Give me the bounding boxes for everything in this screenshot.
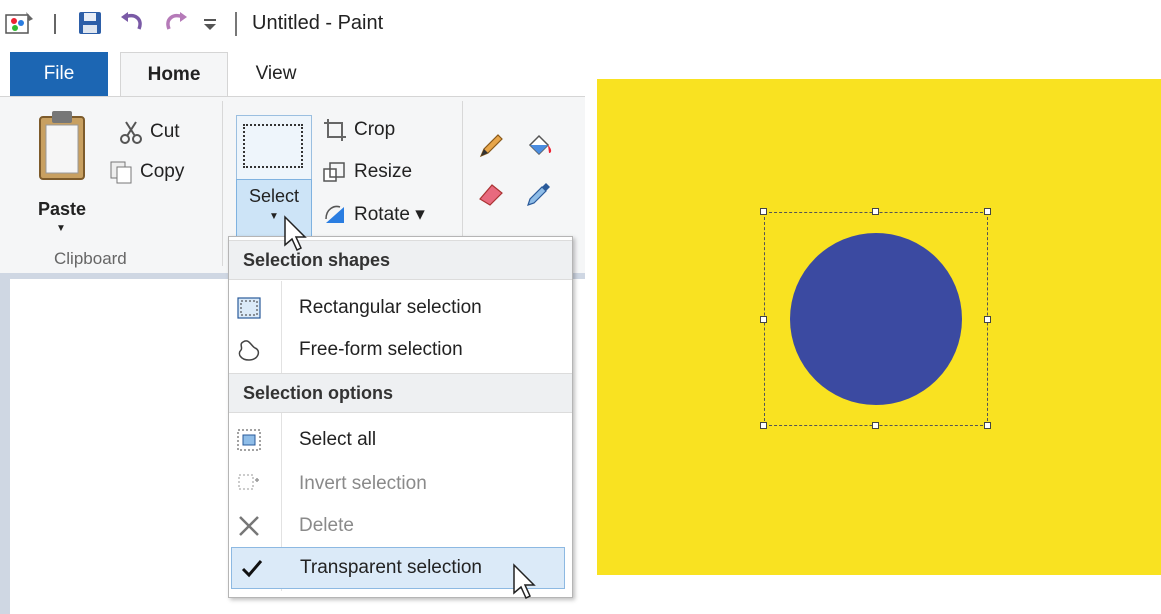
menu-item-label: Invert selection xyxy=(299,473,427,494)
menu-item-label: Transparent selection xyxy=(300,557,483,578)
paste-button[interactable]: Paste ▼ xyxy=(22,107,102,237)
menu-item-label: Free-form selection xyxy=(299,339,463,360)
menu-item-label: Select all xyxy=(299,429,377,450)
rectangle-selection-icon xyxy=(243,124,303,168)
selection-handle-middle-left[interactable] xyxy=(760,316,767,323)
selection-handle-bottom-center[interactable] xyxy=(872,422,879,429)
tab-file[interactable]: File xyxy=(10,52,108,96)
resize-button[interactable]: Resize xyxy=(322,159,412,185)
undo-icon[interactable] xyxy=(117,9,147,37)
menu-item-select-all[interactable]: Select all xyxy=(229,419,572,461)
scissors-icon xyxy=(120,121,142,144)
selection-handle-bottom-right[interactable] xyxy=(984,422,991,429)
crop-button[interactable]: Crop xyxy=(322,117,395,143)
menu-section-selection-shapes: Selection shapes xyxy=(229,240,572,280)
crop-label: Crop xyxy=(354,119,396,140)
menu-item-delete[interactable]: Delete xyxy=(229,505,572,547)
copy-button[interactable]: Copy xyxy=(108,159,184,185)
selection-frame[interactable] xyxy=(764,212,988,426)
menu-item-label: Rectangular selection xyxy=(299,297,482,318)
selection-handle-top-left[interactable] xyxy=(760,208,767,215)
select-dropdown-menu: Selection shapes Rectangular selection F… xyxy=(228,236,573,598)
clipboard-icon xyxy=(39,111,85,180)
tab-view[interactable]: View xyxy=(236,52,316,96)
copy-label: Copy xyxy=(140,161,185,182)
paint-window: Untitled - Paint File Home View Paste ▼ … xyxy=(0,0,585,614)
customize-dropdown-icon[interactable] xyxy=(200,9,220,37)
menu-item-label: Delete xyxy=(299,515,354,536)
paste-label: Paste xyxy=(37,199,87,219)
paint-app-icon[interactable] xyxy=(2,9,36,37)
checkmark-icon xyxy=(241,560,263,578)
mouse-pointer-icon xyxy=(513,563,536,600)
cut-label: Cut xyxy=(150,121,180,142)
rotate-label: Rotate ▾ xyxy=(354,203,425,225)
rotate-icon xyxy=(325,205,344,223)
title-bar: Untitled - Paint xyxy=(0,0,585,46)
invert-selection-icon xyxy=(238,474,259,490)
menu-section-selection-options: Selection options xyxy=(229,373,572,413)
ribbon-tabs: File Home View xyxy=(0,52,585,97)
window-title: Untitled - Paint xyxy=(252,12,384,34)
rotate-button[interactable]: Rotate ▾ xyxy=(322,201,425,227)
selection-handle-middle-right[interactable] xyxy=(984,316,991,323)
image-canvas[interactable] xyxy=(597,79,1161,575)
mouse-pointer-icon xyxy=(284,215,307,252)
copy-icon xyxy=(110,161,132,184)
resize-label: Resize xyxy=(354,161,413,182)
eraser-icon[interactable] xyxy=(476,179,506,209)
fill-icon[interactable] xyxy=(524,131,554,161)
select-button-top[interactable] xyxy=(236,115,312,181)
cut-button[interactable]: Cut xyxy=(118,119,180,145)
select-all-icon xyxy=(237,429,261,451)
title-separator xyxy=(235,12,237,36)
color-picker-icon[interactable] xyxy=(524,179,554,209)
free-form-selection-icon xyxy=(238,340,260,361)
clipboard-group-label: Clipboard xyxy=(54,249,127,268)
rectangular-selection-icon xyxy=(237,297,261,319)
tab-home[interactable]: Home xyxy=(120,52,228,97)
redo-icon[interactable] xyxy=(161,9,191,37)
selection-handle-bottom-left[interactable] xyxy=(760,422,767,429)
crop-icon xyxy=(324,119,346,141)
delete-icon xyxy=(239,516,259,536)
menu-item-rectangular-selection[interactable]: Rectangular selection xyxy=(229,287,572,329)
selection-handle-top-right[interactable] xyxy=(984,208,991,215)
chevron-down-icon[interactable]: ▼ xyxy=(56,223,66,234)
select-label: Select xyxy=(248,186,300,206)
resize-icon xyxy=(323,162,345,182)
quick-access-separator xyxy=(54,14,56,34)
menu-item-invert-selection[interactable]: Invert selection xyxy=(229,463,572,505)
save-icon[interactable] xyxy=(75,9,105,37)
group-divider xyxy=(222,101,223,266)
selection-handle-top-center[interactable] xyxy=(872,208,879,215)
pencil-icon[interactable] xyxy=(476,131,506,161)
menu-item-free-form-selection[interactable]: Free-form selection xyxy=(229,329,572,371)
